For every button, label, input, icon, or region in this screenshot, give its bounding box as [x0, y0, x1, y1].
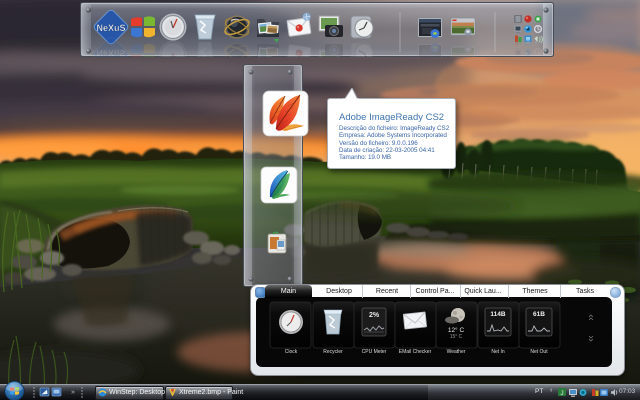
svg-text:15° C: 15° C [450, 334, 463, 340]
svg-text:Net Out: Net Out [530, 349, 548, 355]
svg-text:2%: 2% [369, 312, 380, 319]
svg-text:Clock: Clock [285, 349, 298, 355]
svg-text:12° C: 12° C [448, 326, 465, 334]
svg-text:Recycler: Recycler [323, 349, 343, 355]
svg-text:61B: 61B [533, 311, 545, 318]
svg-text:CPU Meter: CPU Meter [362, 349, 387, 355]
svg-text:EMail Checker: EMail Checker [399, 349, 432, 355]
svg-text:Net In: Net In [491, 349, 505, 355]
svg-text:J: J [560, 390, 563, 397]
svg-text:»: » [71, 389, 75, 396]
svg-text:NeXuS: NeXuS [96, 23, 125, 33]
svg-text:Weather: Weather [447, 349, 466, 355]
svg-text:114B: 114B [490, 311, 505, 318]
